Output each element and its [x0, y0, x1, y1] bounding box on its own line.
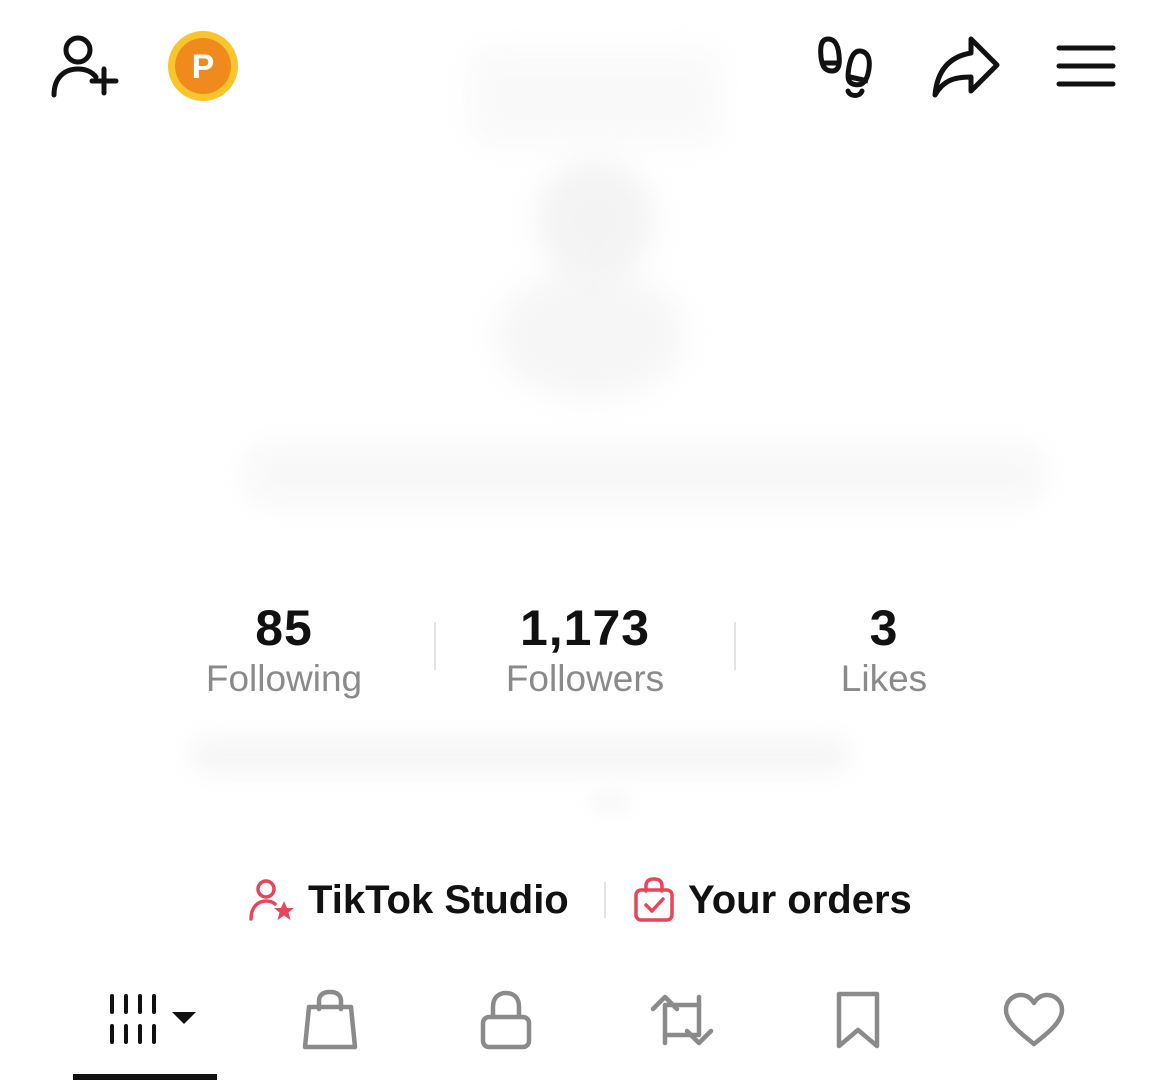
- p-coin-icon: P: [168, 31, 238, 101]
- profile-bio-blurred: [590, 792, 630, 812]
- stat-divider: [734, 622, 736, 670]
- person-star-icon: [249, 879, 294, 921]
- tab-videos[interactable]: [90, 980, 202, 1060]
- avatar-blur-part: [495, 270, 685, 400]
- avatar-blur-part: [470, 50, 720, 145]
- link-divider: [604, 882, 606, 918]
- avatar-blur-part: [535, 160, 655, 280]
- share-button[interactable]: [926, 30, 1004, 102]
- tiktok-studio-label: TikTok Studio: [308, 877, 569, 922]
- profile-avatar[interactable]: [440, 40, 725, 400]
- coins-button[interactable]: P: [166, 30, 240, 102]
- footprints-icon: [818, 36, 872, 98]
- likes-count: 3: [869, 600, 899, 656]
- stat-followers[interactable]: 1,173 Followers: [465, 600, 705, 702]
- coin-letter: P: [192, 48, 215, 86]
- shopping-bag-check-icon: [634, 877, 674, 922]
- repost-icon: [650, 994, 714, 1046]
- tiktok-studio-link[interactable]: TikTok Studio: [248, 870, 569, 930]
- menu-button[interactable]: [1052, 34, 1120, 98]
- likes-label: Likes: [840, 658, 928, 699]
- tab-favorites[interactable]: [818, 980, 898, 1060]
- profile-name-blurred: [240, 440, 1050, 510]
- tab-liked[interactable]: [992, 980, 1076, 1060]
- add-friend-button[interactable]: [44, 30, 124, 102]
- stat-likes[interactable]: 3 Likes: [764, 600, 1004, 702]
- profile-views-button[interactable]: [812, 30, 882, 102]
- your-orders-label: Your orders: [688, 877, 912, 922]
- your-orders-link[interactable]: Your orders: [632, 870, 912, 930]
- lock-icon: [480, 990, 532, 1050]
- tab-shop[interactable]: [290, 980, 370, 1060]
- profile-bio-blurred: [190, 735, 850, 775]
- active-tab-indicator: [73, 1074, 217, 1080]
- followers-label: Followers: [505, 658, 665, 699]
- tab-private[interactable]: [466, 980, 546, 1060]
- following-label: Following: [205, 658, 363, 699]
- shopping-bag-icon: [302, 989, 358, 1050]
- bookmark-icon: [836, 991, 880, 1049]
- grid-bars-icon: [110, 994, 196, 1044]
- share-icon: [932, 36, 1000, 98]
- person-add-icon: [51, 35, 119, 98]
- heart-icon: [1003, 992, 1065, 1047]
- followers-count: 1,173: [519, 600, 651, 656]
- following-count: 85: [255, 600, 313, 656]
- tab-reposts[interactable]: [642, 980, 722, 1060]
- stat-following[interactable]: 85 Following: [164, 600, 404, 702]
- stat-divider: [434, 622, 436, 670]
- hamburger-menu-icon: [1056, 45, 1116, 87]
